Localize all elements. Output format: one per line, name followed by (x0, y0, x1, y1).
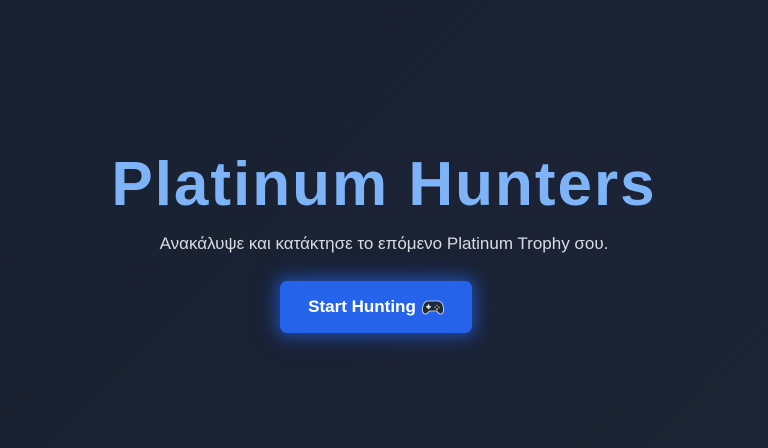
start-hunting-label: Start Hunting (308, 297, 416, 316)
hero-subtitle: Ανακάλυψε και κατάκτησε το επόμενο Plati… (159, 234, 609, 253)
hero-section: Platinum Hunters Ανακάλυψε και κατάκτησε… (0, 0, 768, 448)
gamepad-icon (421, 299, 444, 315)
page-title: Platinum Hunters (111, 150, 657, 219)
start-hunting-button[interactable]: Start Hunting (280, 281, 472, 333)
